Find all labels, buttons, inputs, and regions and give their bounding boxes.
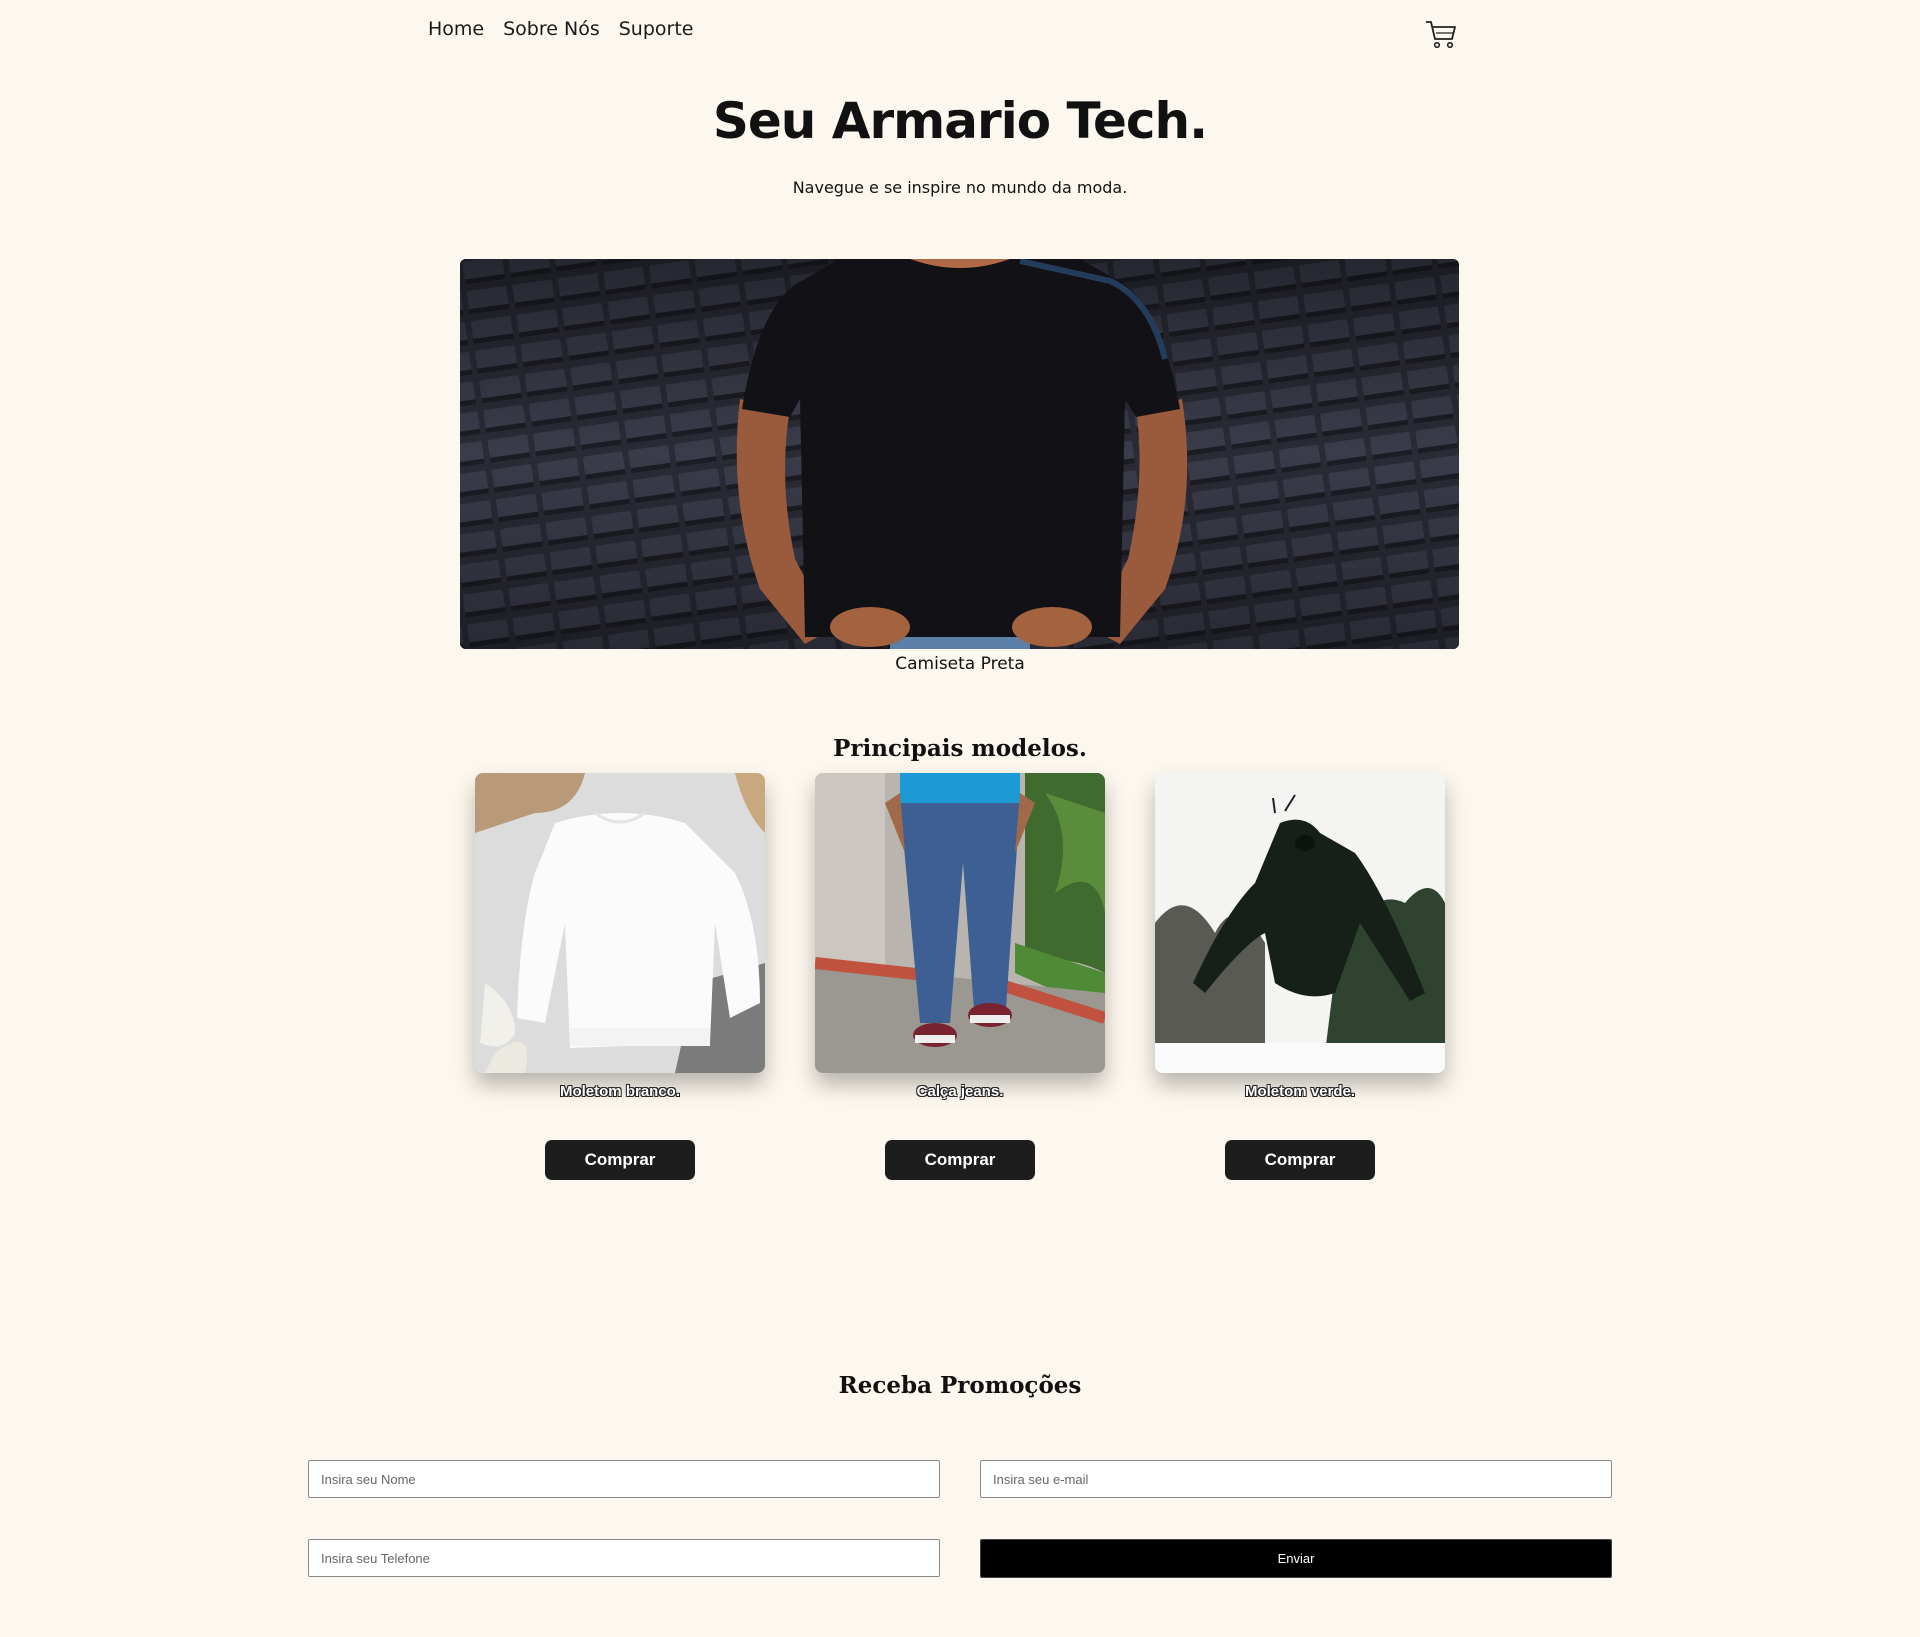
buy-button-green-hoodie[interactable]: Comprar	[1225, 1140, 1375, 1180]
promo-heading: Receba Promoções	[838, 1372, 1082, 1399]
hero-caption: Camiseta Preta	[895, 654, 1025, 674]
buy-button-jeans[interactable]: Comprar	[885, 1140, 1035, 1180]
hero-image-black-tshirt	[460, 259, 1459, 649]
page-title: Seu Armario Tech.	[712, 92, 1208, 150]
nav-home-link[interactable]: Home	[428, 18, 484, 40]
nav-support-link[interactable]: Suporte	[619, 18, 694, 40]
product-label-green-hoodie: Moletom verde.	[1244, 1083, 1356, 1100]
product-image-jeans	[815, 773, 1105, 1073]
nav-about-link[interactable]: Sobre Nós	[503, 18, 600, 40]
phone-input[interactable]	[308, 1539, 940, 1577]
product-label-jeans: Calça jeans.	[916, 1083, 1004, 1100]
models-heading: Principais modelos.	[833, 735, 1087, 762]
main-nav: Home Sobre Nós Suporte	[428, 18, 693, 40]
product-label-white-sweatshirt: Moletom branco.	[559, 1083, 680, 1100]
product-image-white-sweatshirt	[475, 773, 765, 1073]
name-input[interactable]	[308, 1460, 940, 1498]
email-input[interactable]	[980, 1460, 1612, 1498]
submit-button[interactable]: Enviar	[980, 1539, 1612, 1578]
buy-button-white-sweatshirt[interactable]: Comprar	[545, 1140, 695, 1180]
page-subtitle: Navegue e se inspire no mundo da moda.	[792, 178, 1128, 197]
shopping-cart-icon[interactable]	[1424, 18, 1458, 50]
product-image-green-hoodie	[1155, 773, 1445, 1073]
